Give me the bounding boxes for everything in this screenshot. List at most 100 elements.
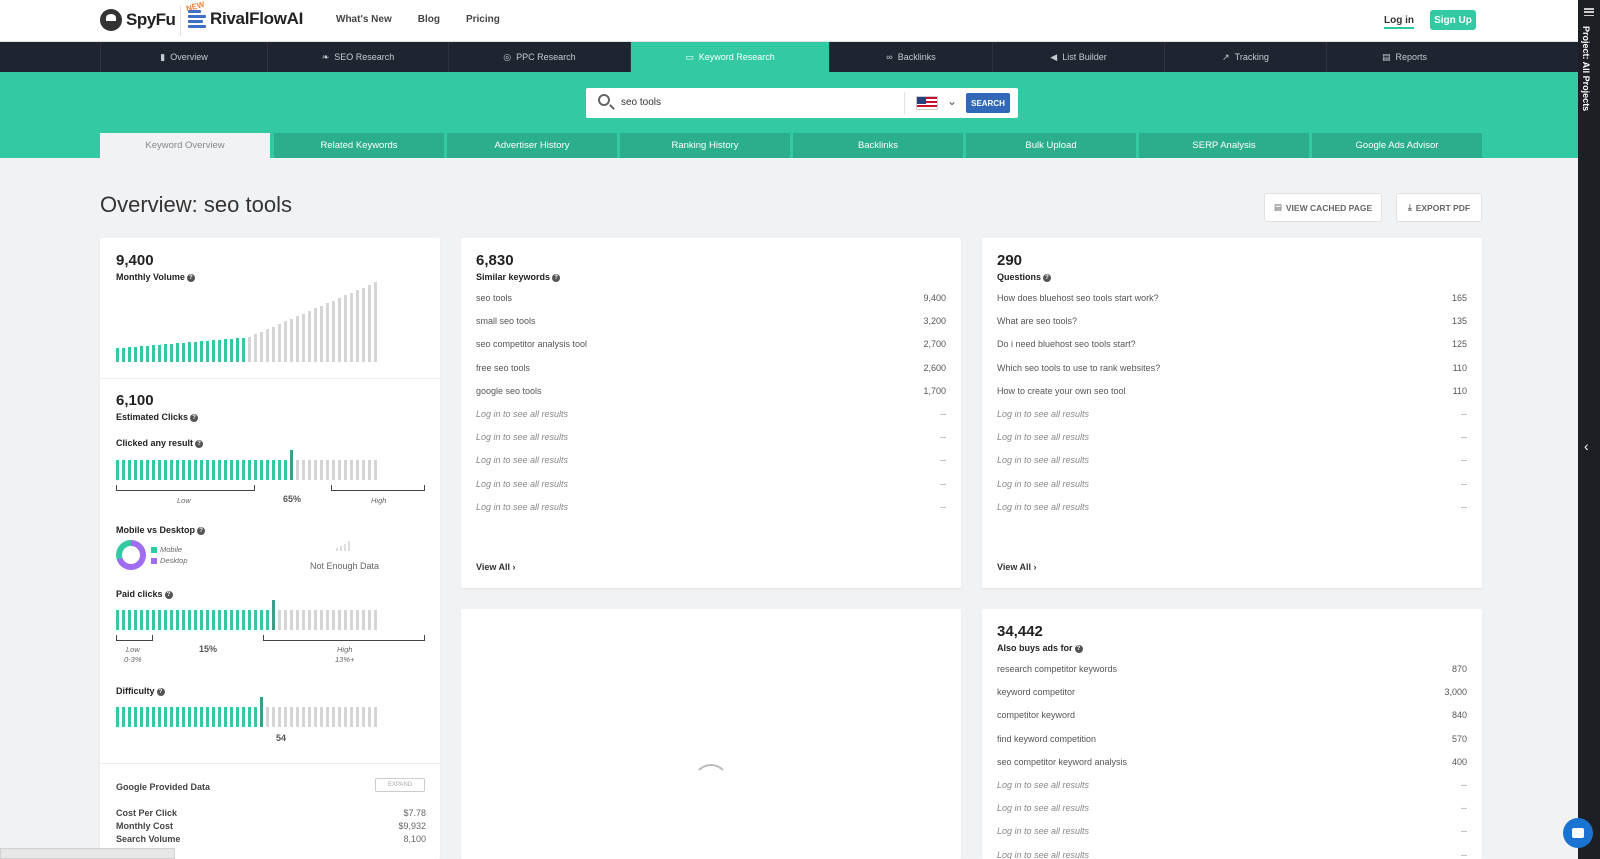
locked-row[interactable]: Log in to see all results -- bbox=[997, 479, 1467, 493]
list-item[interactable]: Which seo tools to use to rank websites?… bbox=[997, 363, 1467, 377]
help-icon: ? bbox=[156, 688, 165, 696]
locked-row[interactable]: Log in to see all results -- bbox=[997, 432, 1467, 446]
gauge-bar bbox=[152, 610, 155, 630]
locked-row[interactable]: Log in to see all results -- bbox=[997, 409, 1467, 423]
gauge-bar bbox=[140, 707, 143, 727]
list-item[interactable]: free seo tools 2,600 bbox=[476, 363, 946, 377]
locked-row[interactable]: Log in to see all results -- bbox=[476, 409, 946, 423]
locked-row[interactable]: Log in to see all results -- bbox=[997, 803, 1467, 817]
rivalflow-logo[interactable]: NEW RivalFlowAI bbox=[185, 0, 303, 29]
tab-tracking[interactable]: ↗ Tracking bbox=[1164, 42, 1326, 72]
nav-whats-new[interactable]: What's New bbox=[336, 14, 392, 25]
export-pdf-button[interactable]: ⤓ EXPORT PDF bbox=[1396, 193, 1482, 222]
tab-seo-research[interactable]: ❧ SEO Research bbox=[267, 42, 448, 72]
locked-row[interactable]: Log in to see all results -- bbox=[997, 502, 1467, 516]
volume-bar bbox=[266, 329, 269, 362]
gauge-bar bbox=[182, 460, 185, 480]
list-item[interactable]: seo tools 9,400 bbox=[476, 293, 946, 307]
list-item[interactable]: What are seo tools? 135 bbox=[997, 316, 1467, 330]
volume-bar bbox=[350, 292, 353, 362]
login-link[interactable]: Log in bbox=[1384, 15, 1414, 29]
subtab-google-ads-advisor[interactable]: Google Ads Advisor bbox=[1312, 133, 1482, 158]
search-input[interactable]: seo tools bbox=[621, 97, 661, 108]
search-button[interactable]: SEARCH bbox=[966, 93, 1010, 113]
list-item[interactable]: How does bluehost seo tools start work? 1… bbox=[997, 293, 1467, 307]
volume-bar bbox=[158, 344, 161, 362]
gauge-bar bbox=[326, 460, 329, 480]
subtab-keyword-overview[interactable]: Keyword Overview bbox=[100, 133, 270, 158]
menu-icon[interactable] bbox=[1584, 8, 1594, 16]
list-item[interactable]: seo competitor keyword analysis 400 bbox=[997, 757, 1467, 771]
view-cached-page-button[interactable]: ▤ VIEW CACHED PAGE bbox=[1264, 193, 1382, 222]
expand-button[interactable]: EXPAND bbox=[375, 778, 425, 792]
help-icon: ? bbox=[164, 591, 173, 599]
gauge-bar bbox=[242, 610, 245, 630]
subtab-ranking-history[interactable]: Ranking History bbox=[620, 133, 790, 158]
gauge-bar bbox=[176, 707, 179, 727]
cost-per-click-row: Cost Per Click $7.78 bbox=[116, 808, 426, 818]
tab-backlinks[interactable]: ∞ Backlinks bbox=[829, 42, 992, 72]
subtab-related-keywords[interactable]: Related Keywords bbox=[274, 133, 444, 158]
subtab-advertiser-history[interactable]: Advertiser History bbox=[447, 133, 617, 158]
tab-list-builder[interactable]: ◀ List Builder bbox=[992, 42, 1164, 72]
target-icon: ◎ bbox=[503, 51, 512, 62]
gauge-bar bbox=[128, 610, 131, 630]
list-item[interactable]: google seo tools 1,700 bbox=[476, 386, 946, 400]
loading-spinner-icon bbox=[693, 764, 729, 800]
chevron-down-icon[interactable]: ⌄ bbox=[947, 94, 957, 108]
top-bar: SpyFu NEW RivalFlowAI What's New Blog Pr… bbox=[0, 0, 1578, 42]
tab-reports[interactable]: ▤ Reports bbox=[1326, 42, 1482, 72]
locked-row[interactable]: Log in to see all results -- bbox=[997, 850, 1467, 859]
subtab-bulk-upload[interactable]: Bulk Upload bbox=[966, 133, 1136, 158]
top-nav: What's New Blog Pricing bbox=[336, 14, 500, 25]
gauge-bar bbox=[368, 707, 371, 727]
gauge-bar bbox=[320, 707, 323, 727]
help-icon: ? bbox=[190, 414, 199, 422]
locked-row[interactable]: Log in to see all results -- bbox=[476, 455, 946, 469]
list-item[interactable]: competitor keyword 840 bbox=[997, 710, 1467, 724]
locked-row[interactable]: Log in to see all results -- bbox=[476, 502, 946, 516]
keyword-metrics-card: 9,400 Monthly Volume? 6,100 Estimated Cl… bbox=[100, 238, 440, 859]
volume-bar bbox=[230, 338, 233, 362]
list-item[interactable]: Do i need bluehost seo tools start? 125 bbox=[997, 339, 1467, 353]
list-item[interactable]: research competitor keywords 870 bbox=[997, 664, 1467, 678]
volume-bar bbox=[194, 341, 197, 362]
tab-overview[interactable]: ▮ Overview bbox=[100, 42, 267, 72]
gauge-bar bbox=[116, 610, 119, 630]
nav-pricing[interactable]: Pricing bbox=[466, 14, 500, 25]
tab-keyword-research[interactable]: ▭ Keyword Research bbox=[630, 42, 829, 72]
subtab-serp-analysis[interactable]: SERP Analysis bbox=[1139, 133, 1309, 158]
chat-icon[interactable] bbox=[1563, 818, 1593, 848]
tab-ppc-research[interactable]: ◎ PPC Research bbox=[448, 42, 630, 72]
paid-clicks-label: Paid clicks? bbox=[116, 589, 173, 599]
us-flag-icon[interactable] bbox=[916, 96, 938, 110]
volume-bar bbox=[296, 316, 299, 362]
list-item[interactable]: find keyword competition 570 bbox=[997, 734, 1467, 748]
gauge-bar bbox=[266, 707, 269, 727]
list-item[interactable]: keyword competitor 3,000 bbox=[997, 687, 1467, 701]
signup-button[interactable]: Sign Up bbox=[1430, 10, 1476, 30]
list-item[interactable]: seo competitor analysis tool 2,700 bbox=[476, 339, 946, 353]
gauge-bar bbox=[326, 707, 329, 727]
locked-row[interactable]: Log in to see all results -- bbox=[997, 826, 1467, 840]
gauge-bar bbox=[218, 610, 221, 630]
keyboard-icon: ▭ bbox=[685, 51, 694, 62]
gauge-bar bbox=[188, 707, 191, 727]
list-item[interactable]: small seo tools 3,200 bbox=[476, 316, 946, 330]
spyfu-logo[interactable]: SpyFu bbox=[100, 9, 176, 31]
gauge-bar bbox=[308, 460, 311, 480]
gauge-bar bbox=[272, 600, 275, 630]
project-sidebar[interactable]: Project: All Projects ‹ bbox=[1578, 0, 1600, 859]
nav-blog[interactable]: Blog bbox=[418, 14, 440, 25]
gauge-bar bbox=[218, 460, 221, 480]
locked-row[interactable]: Log in to see all results -- bbox=[997, 780, 1467, 794]
similar-keywords-label: Similar keywords? bbox=[476, 272, 561, 282]
chevron-left-icon[interactable]: ‹ bbox=[1584, 438, 1589, 454]
subtab-backlinks[interactable]: Backlinks bbox=[793, 133, 963, 158]
locked-row[interactable]: Log in to see all results -- bbox=[476, 479, 946, 493]
list-item[interactable]: How to create your own seo tool 110 bbox=[997, 386, 1467, 400]
locked-row[interactable]: Log in to see all results -- bbox=[476, 432, 946, 446]
locked-row[interactable]: Log in to see all results -- bbox=[997, 455, 1467, 469]
similar-view-all-link[interactable]: View All › bbox=[476, 562, 516, 572]
questions-view-all-link[interactable]: View All › bbox=[997, 562, 1037, 572]
